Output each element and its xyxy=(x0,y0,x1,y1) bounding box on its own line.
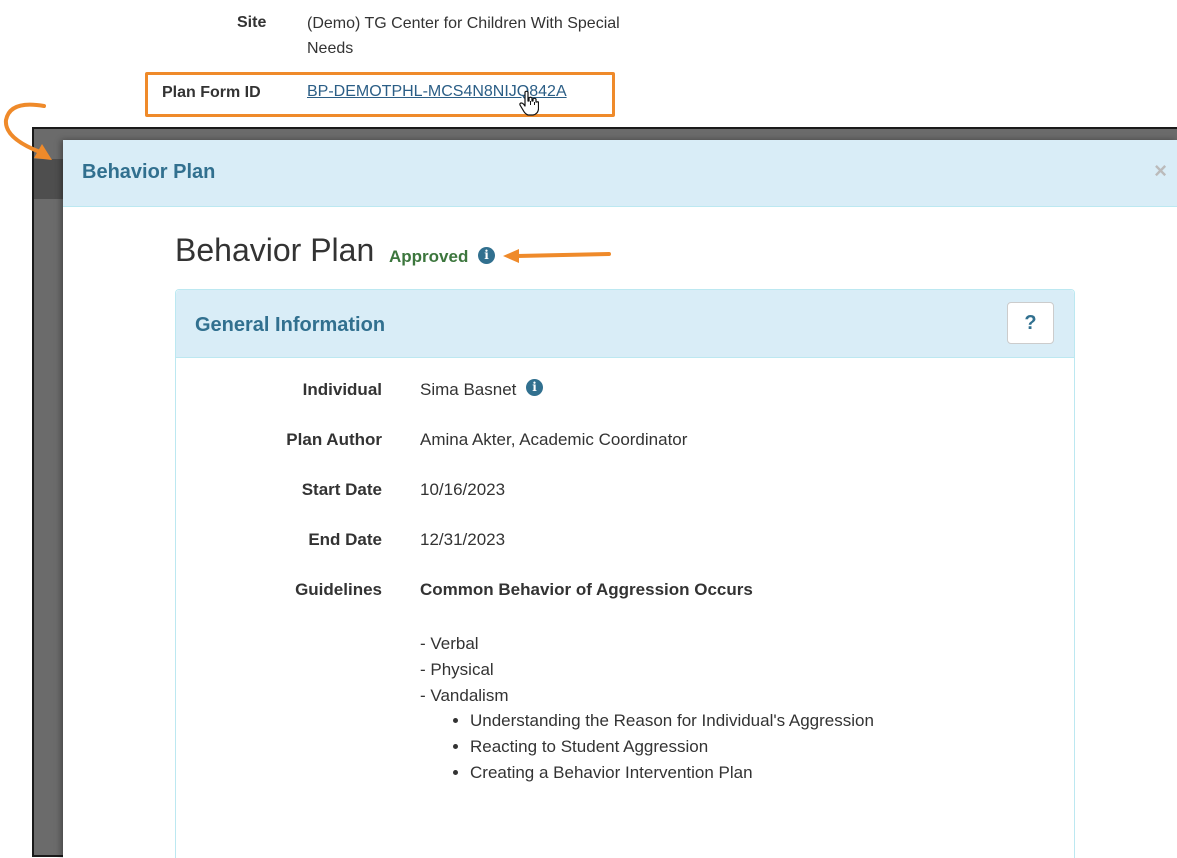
guidelines-bullets: Understanding the Reason for Individual'… xyxy=(470,708,874,786)
end-date-value: 12/31/2023 xyxy=(420,530,506,549)
arrow-annotation xyxy=(503,249,611,263)
hand-pointer-icon xyxy=(519,90,539,116)
panel-title: General Information xyxy=(195,314,386,336)
list-item: Creating a Behavior Intervention Plan xyxy=(470,760,874,786)
guidelines-lines: - Verbal - Physical - Vandalism xyxy=(420,631,509,709)
plan-author-value: Amina Akter, Academic Coordinator xyxy=(420,430,688,449)
guideline-line: - Physical xyxy=(420,660,494,679)
end-date-label: End Date xyxy=(308,530,382,549)
individual-value: Sima Basnet xyxy=(420,380,517,399)
page-title: Behavior Plan xyxy=(175,232,375,268)
close-icon[interactable]: × xyxy=(1154,158,1167,184)
guideline-line: - Vandalism xyxy=(420,686,509,705)
panel-heading: General Information ? xyxy=(176,290,1074,358)
info-circle-icon[interactable]: i xyxy=(478,247,495,264)
site-label: Site xyxy=(237,14,267,31)
modal-title: Behavior Plan xyxy=(82,161,216,183)
plan-form-id-label: Plan Form ID xyxy=(162,84,261,101)
status-badge: Approved xyxy=(389,247,469,266)
info-circle-icon[interactable]: i xyxy=(526,379,543,396)
guideline-line: - Verbal xyxy=(420,634,479,653)
list-item: Reacting to Student Aggression xyxy=(470,734,874,760)
help-button[interactable]: ? xyxy=(1007,302,1054,344)
guidelines-heading: Common Behavior of Aggression Occurs xyxy=(420,580,753,599)
individual-label: Individual xyxy=(302,380,382,399)
start-date-label: Start Date xyxy=(301,480,382,499)
start-date-value: 10/16/2023 xyxy=(420,480,506,499)
curved-arrow-annotation xyxy=(3,102,52,160)
guidelines-label: Guidelines xyxy=(295,580,382,599)
list-item: Understanding the Reason for Individual'… xyxy=(470,708,874,734)
behavior-plan-modal: Behavior Plan × Behavior Plan Approved i… xyxy=(63,140,1177,858)
modal-header: Behavior Plan × xyxy=(63,140,1177,207)
plan-author-label: Plan Author xyxy=(286,430,382,449)
site-value: (Demo) TG Center for Children With Speci… xyxy=(307,15,620,57)
general-information-panel: General Information ? Individual Sima Ba… xyxy=(175,289,1075,858)
